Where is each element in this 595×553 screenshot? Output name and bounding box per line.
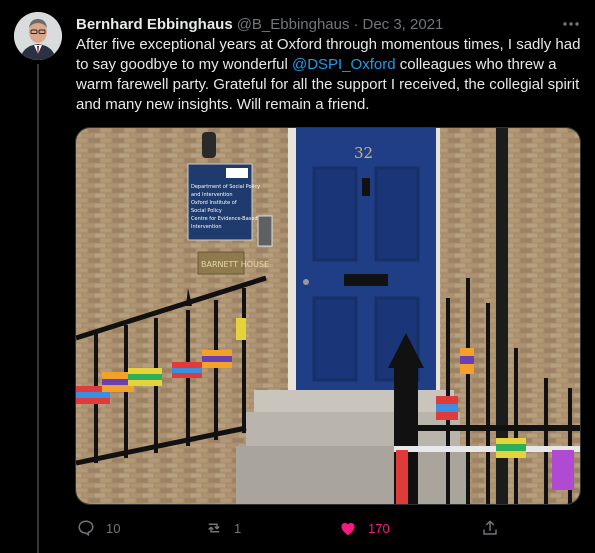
avatar[interactable]: [14, 12, 62, 60]
author-handle[interactable]: @B_Ebbinghaus: [237, 16, 350, 33]
like-button[interactable]: 170: [338, 513, 390, 543]
tweet[interactable]: Bernhard Ebbinghaus @B_Ebbinghaus · Dec …: [0, 0, 595, 553]
retweet-button[interactable]: 1: [204, 513, 241, 543]
author-name[interactable]: Bernhard Ebbinghaus: [76, 16, 233, 33]
tweet-text: After five exceptional years at Oxford t…: [76, 35, 581, 115]
reply-count: 10: [106, 520, 121, 536]
heart-icon: [338, 518, 358, 538]
tweet-header: Bernhard Ebbinghaus @B_Ebbinghaus · Dec …: [76, 13, 556, 35]
separator-dot: ·: [353, 15, 359, 33]
reply-icon: [76, 518, 96, 538]
thread-line: [37, 64, 39, 553]
retweet-count: 1: [234, 520, 242, 536]
share-button[interactable]: [480, 513, 500, 543]
retweet-icon: [204, 518, 224, 538]
sign-line: Centre for Evidence-Based: [191, 216, 258, 222]
sign-line: Social Policy: [191, 208, 222, 214]
like-count: 170: [368, 520, 390, 536]
tweet-actions: 10 1 170: [76, 513, 581, 543]
tweet-date[interactable]: Dec 3, 2021: [363, 16, 444, 33]
plaque-text: BARNETT HOUSE: [201, 260, 269, 269]
sign-line: Department of Social Policy: [191, 184, 260, 190]
reply-button[interactable]: 10: [76, 513, 120, 543]
more-options-button[interactable]: [557, 12, 585, 36]
share-icon: [480, 518, 500, 538]
mention-link[interactable]: @DSPI_Oxford: [292, 56, 396, 73]
door-number: 32: [354, 144, 373, 162]
avatar-image: [14, 12, 62, 60]
photo-door-scene: 32 BARNETT HOUSE Department of Social Po…: [76, 128, 580, 504]
more-icon: [563, 22, 579, 26]
tweet-photo[interactable]: 32 BARNETT HOUSE Department of Social Po…: [75, 127, 581, 505]
sign-line: and Intervention: [191, 192, 233, 198]
sign-line: Intervention: [191, 224, 222, 230]
sign-line: Oxford Institute of: [191, 200, 237, 206]
